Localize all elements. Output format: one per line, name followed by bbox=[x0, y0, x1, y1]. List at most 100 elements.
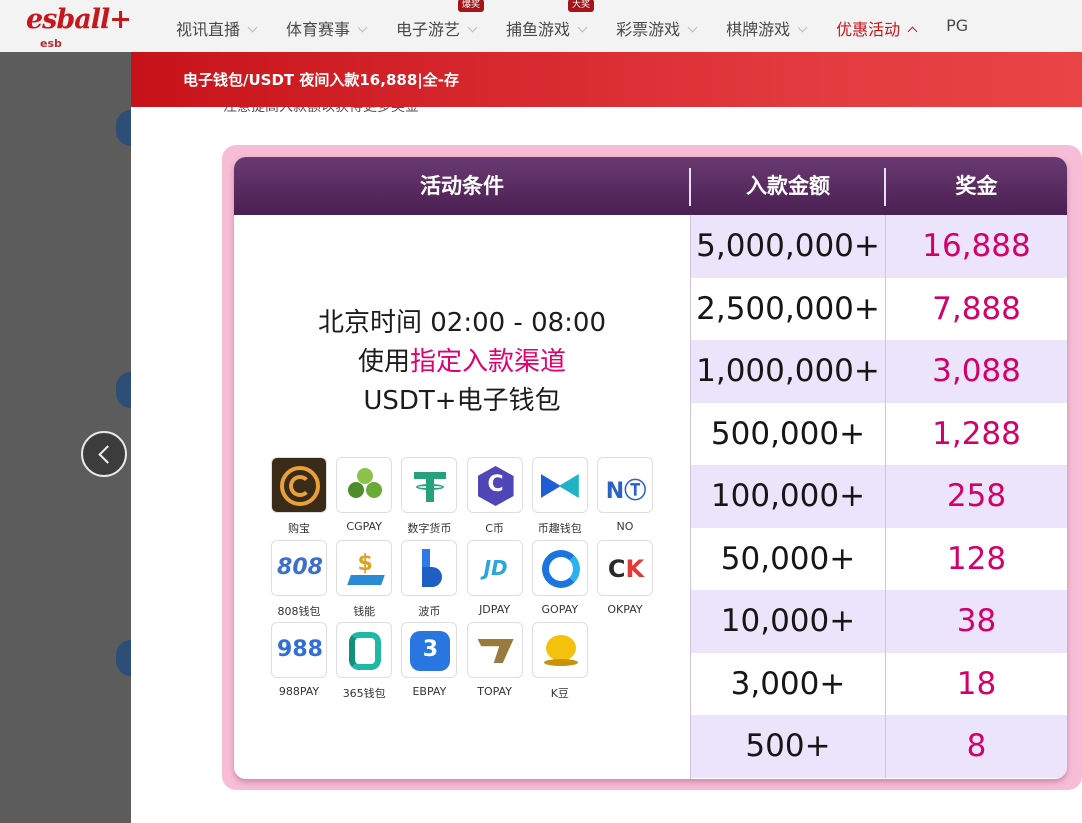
header-deposit-amount: 入款金额 bbox=[746, 174, 830, 198]
payment-method-label: EBPAY bbox=[412, 685, 447, 698]
nav-item-label: 捕鱼游戏 bbox=[506, 20, 571, 39]
nav-item[interactable]: 视讯直播 bbox=[176, 16, 258, 40]
tier-row: 500,000+ 1,288 bbox=[691, 402, 1067, 465]
conditions-panel: 北京时间 02:00 - 08:00 使用指定入款渠道 USDT+电子钱包 购宝… bbox=[234, 215, 690, 779]
payment-method: K豆 bbox=[531, 622, 589, 701]
bobi-icon bbox=[401, 539, 458, 596]
payment-method: TOPAY bbox=[466, 622, 524, 698]
tether-icon bbox=[401, 457, 458, 513]
bonus-cell: 38 bbox=[956, 603, 997, 639]
deposit-amount-cell: 5,000,000+ bbox=[696, 228, 880, 264]
nav-badge: 大奖 bbox=[568, 0, 595, 12]
topay-icon bbox=[466, 622, 523, 678]
tier-row: 5,000,000+ 16,888 bbox=[691, 215, 1067, 278]
nav-item-label: 彩票游戏 bbox=[616, 20, 681, 39]
payment-method: 365钱包 bbox=[335, 622, 393, 701]
payment-method: 币趣钱包 bbox=[531, 457, 589, 536]
previous-slide-button[interactable] bbox=[81, 431, 127, 477]
nav-item[interactable]: 电子游艺 爆奖 bbox=[396, 0, 485, 40]
jdpay-icon: JD bbox=[466, 539, 523, 596]
payment-method: CGPAY bbox=[335, 457, 393, 533]
logo-subtext: esb bbox=[40, 37, 62, 50]
payment-method-label: 988PAY bbox=[278, 685, 320, 698]
deposit-amount-cell: 500+ bbox=[745, 728, 831, 764]
chevron-down-icon bbox=[907, 26, 918, 37]
chevron-down-icon bbox=[577, 22, 588, 33]
top-navigation: esball+ esb 视讯直播 体育赛事 电子游艺 爆奖捕鱼游戏 大奖彩票游戏 棋牌游戏… bbox=[0, 0, 1082, 52]
tier-row: 10,000+ 38 bbox=[691, 590, 1067, 653]
nav-item[interactable]: 体育赛事 bbox=[286, 16, 368, 40]
no-icon: NⓉ bbox=[597, 457, 653, 513]
payment-method-label: 购宝 bbox=[288, 522, 310, 535]
payment-method-label: CGPAY bbox=[346, 520, 382, 533]
promo-card: 活动条件 入款金额 奖金 北京时间 02:00 - 08:00 使用指定入款渠道… bbox=[234, 157, 1067, 779]
nav-item[interactable]: PG bbox=[946, 16, 968, 40]
condition-channel-highlight: 指定入款渠道 bbox=[410, 347, 567, 377]
logo-text: esball+ bbox=[26, 4, 132, 35]
payment-method-label: 365钱包 bbox=[342, 687, 386, 700]
promo-modal: 注意提高入款额以获得更多奖金 电子钱包/USDT 夜间入款16,888|全-存 … bbox=[131, 52, 1082, 823]
payment-method: 波币 bbox=[400, 539, 458, 619]
condition-channel-prefix: 使用 bbox=[357, 347, 410, 377]
chevron-down-icon bbox=[467, 22, 478, 33]
payment-method: $ 钱能 bbox=[335, 539, 393, 619]
nav-item[interactable]: 棋牌游戏 bbox=[726, 16, 808, 40]
payment-method-label: GOPAY bbox=[541, 602, 579, 616]
payment-method-label: 数字货币 bbox=[407, 522, 452, 535]
nav-item[interactable]: 优惠活动 bbox=[836, 16, 918, 40]
payment-method-label: C币 bbox=[485, 522, 504, 535]
gopay-icon bbox=[531, 539, 588, 596]
tier-row: 3,000+ 18 bbox=[691, 652, 1067, 715]
tier-row: 500+ 8 bbox=[691, 715, 1067, 778]
nav-item-label: 棋牌游戏 bbox=[726, 20, 791, 39]
payment-method: 988 988PAY bbox=[270, 622, 328, 698]
nav-item-label: PG bbox=[946, 16, 969, 35]
payment-method-label: 钱能 bbox=[353, 604, 376, 618]
payment-method: 3 EBPAY bbox=[400, 622, 458, 698]
deposit-amount-cell: 50,000+ bbox=[720, 540, 856, 577]
808-icon: 808 bbox=[271, 539, 327, 596]
bonus-cell: 258 bbox=[946, 478, 1007, 514]
header-conditions: 活动条件 bbox=[420, 174, 504, 198]
deposit-amount-cell: 10,000+ bbox=[720, 603, 856, 639]
payment-method-label: JDPAY bbox=[479, 602, 511, 616]
payment-method: CK OKPAY bbox=[596, 539, 654, 616]
cgpay-icon bbox=[336, 457, 393, 513]
payment-method-label: OKPAY bbox=[607, 602, 643, 616]
cbi-icon: C bbox=[466, 457, 523, 513]
nav-item[interactable]: 捕鱼游戏 大奖 bbox=[506, 0, 595, 40]
bonus-cell: 128 bbox=[946, 540, 1007, 577]
nav-item-label: 优惠活动 bbox=[836, 20, 901, 39]
payment-method: 808 808钱包 bbox=[270, 539, 328, 619]
bonus-cell: 8 bbox=[966, 728, 987, 764]
payment-method-label: 波币 bbox=[418, 604, 441, 618]
payment-method: 购宝 bbox=[270, 457, 328, 536]
payment-method: C C币 bbox=[466, 457, 524, 536]
tier-row: 1,000,000+ 3,088 bbox=[691, 340, 1067, 403]
bonus-cell: 16,888 bbox=[922, 228, 1031, 264]
promo-table-header: 活动条件 入款金额 奖金 bbox=[234, 157, 1067, 215]
biqu-icon bbox=[531, 457, 588, 513]
chevron-down-icon bbox=[247, 22, 258, 33]
kdou-icon bbox=[531, 622, 588, 678]
payment-method-label: K豆 bbox=[550, 687, 569, 700]
modal-header: 电子钱包/USDT 夜间入款16,888|全-存 bbox=[131, 52, 1082, 107]
payment-method-label: NO bbox=[616, 520, 634, 533]
chevron-down-icon bbox=[357, 22, 368, 33]
deposit-amount-cell: 3,000+ bbox=[730, 665, 846, 702]
bonus-cell: 1,288 bbox=[932, 415, 1021, 452]
chevron-down-icon bbox=[687, 22, 698, 33]
deposit-amount-cell: 500,000+ bbox=[710, 415, 866, 452]
payment-method: 数字货币 bbox=[400, 457, 458, 536]
988pay-icon: 988 bbox=[271, 622, 327, 678]
nav-menu: 视讯直播 体育赛事 电子游艺 爆奖捕鱼游戏 大奖彩票游戏 棋牌游戏 优惠活动 PG bbox=[176, 0, 998, 40]
365-icon bbox=[336, 622, 393, 678]
nav-item-label: 体育赛事 bbox=[286, 20, 351, 39]
site-logo[interactable]: esball+ esb bbox=[26, 4, 132, 50]
bonus-cell: 3,088 bbox=[932, 353, 1021, 389]
bonus-cell: 7,888 bbox=[932, 290, 1021, 327]
nav-item[interactable]: 彩票游戏 bbox=[616, 16, 698, 40]
tier-row: 2,500,000+ 7,888 bbox=[691, 277, 1067, 340]
condition-time: 北京时间 02:00 - 08:00 bbox=[317, 308, 607, 338]
nav-item-label: 视讯直播 bbox=[176, 20, 241, 39]
